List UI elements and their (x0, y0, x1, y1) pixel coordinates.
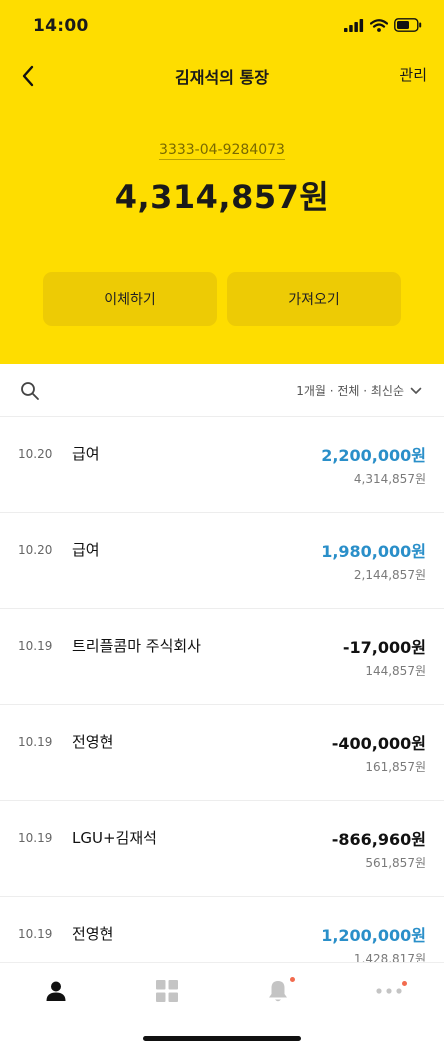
tab-notifications[interactable] (250, 973, 306, 1009)
filter-bar: 1개월 · 전체 · 최신순 (0, 364, 444, 417)
transaction-row[interactable]: 10.20 급여 2,200,000원 4,314,857원 (0, 417, 444, 513)
tab-my-account[interactable] (28, 973, 84, 1009)
transaction-name: 전영현 (72, 925, 114, 943)
back-button[interactable] (14, 62, 42, 90)
transaction-name: 전영현 (72, 733, 114, 751)
account-number-text: 3333-04-9284073 (159, 142, 285, 160)
notification-badge-dot (290, 977, 295, 982)
transaction-name: 급여 (72, 445, 100, 463)
transaction-date: 10.19 (18, 831, 53, 845)
transaction-amount: 2,200,000원 (321, 446, 426, 465)
transaction-amount: -400,000원 (331, 734, 426, 753)
battery-icon (394, 18, 422, 32)
transaction-amount: 1,980,000원 (321, 542, 426, 561)
transaction-amount: -866,960원 (331, 830, 426, 849)
signal-icon (344, 18, 364, 32)
chevron-down-icon (410, 387, 422, 394)
transaction-date: 10.20 (18, 447, 53, 461)
home-indicator (143, 1036, 301, 1041)
status-bar: 14:00 (0, 0, 444, 52)
status-time: 14:00 (33, 16, 89, 36)
transaction-balance: 161,857원 (365, 760, 426, 774)
transaction-row[interactable]: 10.20 급여 1,980,000원 2,144,857원 (0, 513, 444, 609)
transaction-name: LGU+김재석 (72, 829, 157, 847)
search-button[interactable] (20, 381, 40, 405)
chevron-left-icon (22, 65, 34, 87)
tab-products[interactable] (139, 973, 195, 1009)
transaction-row[interactable]: 10.19 전영현 -400,000원 161,857원 (0, 705, 444, 801)
more-icon (376, 988, 402, 994)
more-badge-dot (402, 981, 407, 986)
transaction-row[interactable]: 10.19 LGU+김재석 -866,960원 561,857원 (0, 801, 444, 897)
filter-dropdown[interactable]: 1개월 · 전체 · 최신순 (296, 382, 422, 399)
search-icon (21, 382, 39, 400)
account-balance: 4,314,857원 (114, 178, 330, 216)
transaction-balance: 144,857원 (365, 664, 426, 678)
account-number[interactable]: 3333-04-9284073 (0, 142, 444, 160)
transaction-name: 트리플콤마 주식회사 (72, 637, 201, 655)
wifi-icon (370, 18, 388, 32)
transaction-amount: 1,200,000원 (321, 926, 426, 945)
tab-more[interactable] (361, 973, 417, 1009)
transaction-amount: -17,000원 (342, 638, 426, 657)
nav-bar: 김재석의 통장 관리 (0, 52, 444, 98)
transaction-date: 10.19 (18, 927, 53, 941)
page-title: 김재석의 통장 (175, 68, 269, 87)
manage-button[interactable]: 관리 (399, 64, 427, 85)
transaction-date: 10.19 (18, 639, 53, 653)
transaction-balance: 2,144,857원 (353, 568, 426, 582)
transaction-date: 10.20 (18, 543, 53, 557)
transfer-button[interactable]: 이체하기 (43, 272, 217, 326)
transaction-balance: 4,314,857원 (353, 472, 426, 486)
status-icons (344, 18, 422, 32)
import-button[interactable]: 가져오기 (227, 272, 401, 326)
transaction-name: 급여 (72, 541, 100, 559)
person-icon (46, 981, 66, 1001)
bell-icon (269, 981, 287, 1002)
filter-label: 1개월 · 전체 · 최신순 (296, 384, 404, 398)
transaction-balance: 561,857원 (365, 856, 426, 870)
transaction-date: 10.19 (18, 735, 53, 749)
grid-icon (156, 980, 178, 1002)
transaction-row[interactable]: 10.19 트리플콤마 주식회사 -17,000원 144,857원 (0, 609, 444, 705)
